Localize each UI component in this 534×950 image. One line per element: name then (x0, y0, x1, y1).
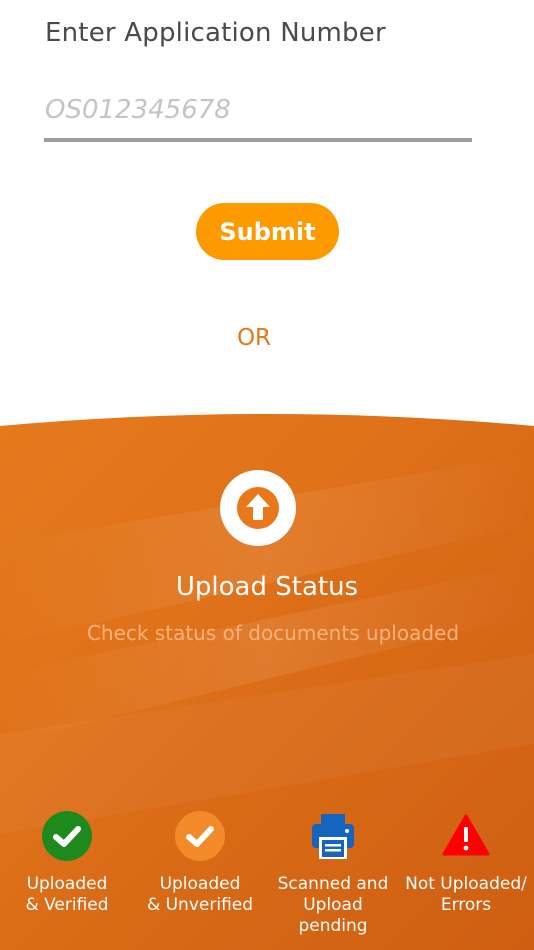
upload-status-panel: Upload Status Check status of documents … (0, 414, 534, 950)
legend-label: Uploaded & Verified (25, 874, 109, 915)
app-screen: Enter Application Number Submit OR (0, 0, 534, 950)
application-number-input[interactable] (44, 82, 472, 142)
or-separator: OR (236, 325, 272, 351)
red-warning-icon (442, 814, 490, 856)
blue-printer-icon (312, 814, 354, 859)
legend-label: Not Uploaded/ Errors (405, 874, 527, 915)
legend-scanned-pending: Scanned and Upload pending (266, 810, 400, 937)
orange-check-circle-icon (175, 811, 225, 861)
legend-uploaded-verified: Uploaded & Verified (0, 810, 134, 916)
upload-status-subtitle: Check status of documents uploaded (86, 621, 460, 645)
application-number-label: Enter Application Number (45, 18, 386, 48)
legend-not-uploaded-errors: Not Uploaded/ Errors (399, 810, 533, 916)
upload-status-title: Upload Status (175, 572, 359, 602)
legend-uploaded-unverified: Uploaded & Unverified (133, 810, 267, 916)
upload-button[interactable] (220, 470, 296, 546)
upload-arrow-icon (237, 487, 279, 529)
submit-button[interactable]: Submit (196, 203, 339, 260)
green-check-circle-icon (42, 811, 92, 861)
legend-label: Scanned and Upload pending (277, 874, 389, 936)
legend-label: Uploaded & Unverified (146, 874, 254, 915)
